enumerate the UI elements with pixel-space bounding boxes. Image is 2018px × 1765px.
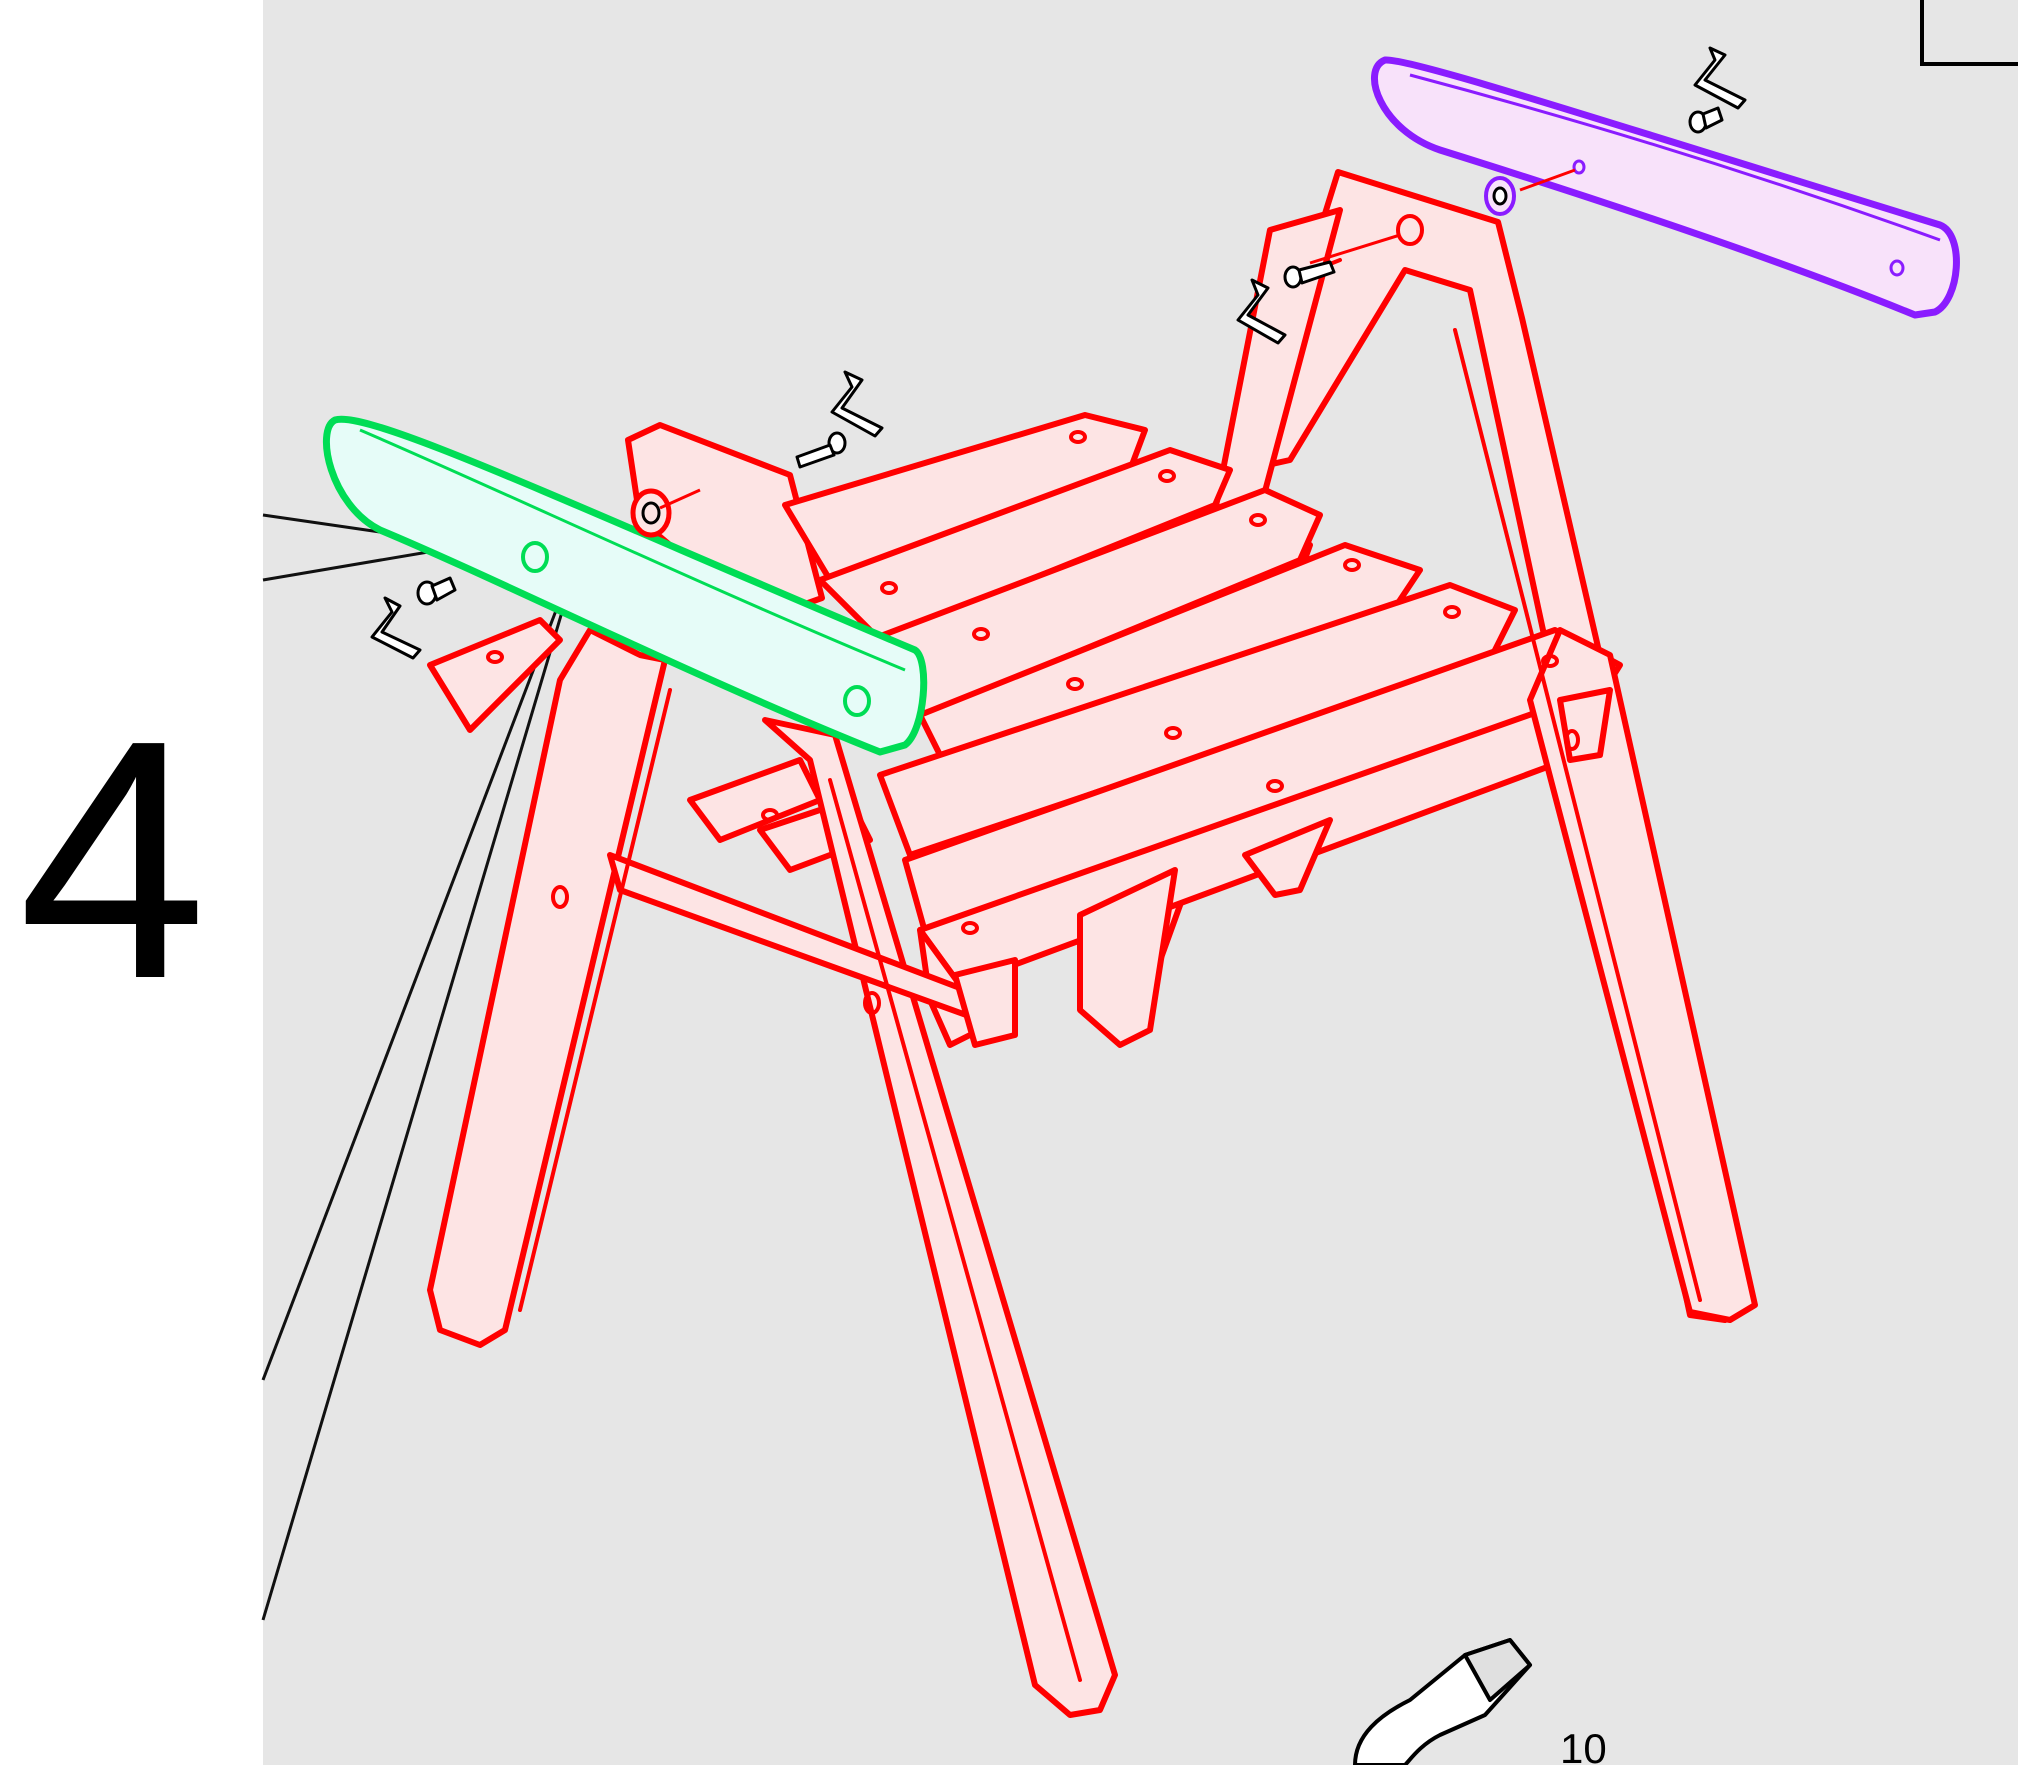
page-number: 10 — [1560, 1725, 1607, 1765]
barrel-nut-icon — [630, 488, 672, 538]
barrel-nut-icon — [1484, 176, 1516, 216]
assembly-illustration — [261, 0, 2018, 1765]
side-block-right — [1557, 687, 1613, 763]
step-number: 4 — [18, 670, 208, 1050]
instruction-page: 4 10 — [0, 0, 2018, 1765]
